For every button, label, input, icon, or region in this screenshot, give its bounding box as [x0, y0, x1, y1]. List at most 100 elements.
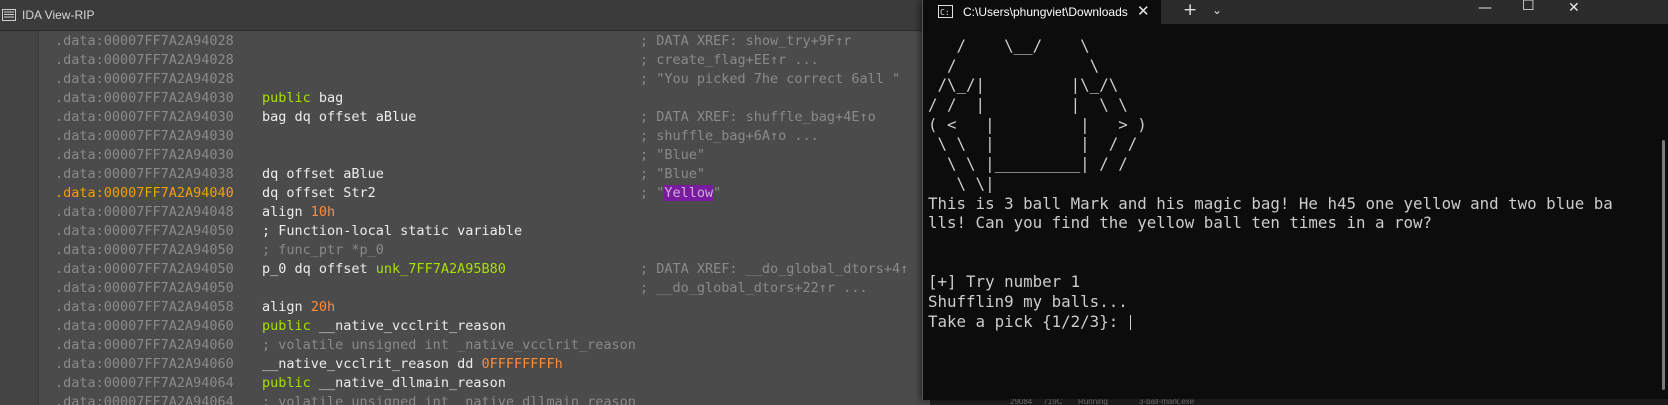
command-prompt-icon: C: — [938, 5, 953, 18]
line-address: .data:00007FF7A2A94064 — [55, 375, 234, 391]
terminal-line: \ \ | | / / — [928, 134, 1613, 154]
line-instruction: align 20h — [262, 298, 335, 317]
terminal-line: / \ — [928, 56, 1613, 76]
terminal-line: \ \| — [928, 174, 1613, 194]
instruction-token: __native_vcclrit_reason dd — [262, 356, 482, 372]
xref-comment: ; "You picked 7he correct 6all " — [640, 70, 900, 89]
terminal-line-text: \ \ | | / / — [928, 134, 1138, 154]
line-address: .data:00007FF7A2A94030 — [55, 128, 234, 144]
xref-comment: ; "Yellow" — [640, 184, 721, 203]
line-comment: ; volatile unsigned int _native_dllmain_… — [262, 394, 636, 405]
close-tab-icon[interactable]: ✕ — [1137, 2, 1150, 20]
terminal-line: Take a pick {1/2/3}: — [928, 312, 1613, 332]
line-address: .data:00007FF7A2A94060 — [55, 356, 234, 372]
instruction-token: 10h — [310, 204, 336, 220]
line-instruction: public __native_vcclrit_reason — [262, 317, 506, 336]
instruction-token: p_0 dq offset — [262, 261, 376, 277]
minimize-button[interactable]: — — [1478, 0, 1492, 16]
terminal-line-text: \ \| — [928, 173, 995, 193]
ida-view-window: IDA View-RIP .data:00007FF7A2A94028 ; DAT… — [0, 0, 930, 405]
line-address: .data:00007FF7A2A94040 — [55, 185, 234, 201]
instruction-token: align — [262, 299, 311, 315]
line-address: .data:00007FF7A2A94030 — [55, 109, 234, 125]
terminal-line-text: / \__/ \ — [928, 36, 1090, 55]
comment-text: ; "Blue" — [640, 147, 706, 163]
comment-text: ; "You picked 7he correct 6all " — [640, 71, 901, 87]
xref-comment: ; create_flag+EE↑r ... — [640, 51, 819, 70]
line-address: .data:00007FF7A2A94050 — [55, 242, 234, 258]
xref-comment: ; "Blue" — [640, 146, 705, 165]
terminal-line-text: \ \ |_________| / / — [928, 154, 1128, 174]
line-address: .data:00007FF7A2A94058 — [55, 299, 234, 315]
terminal-tab-title: C:\Users\phungviet\Downloads — [963, 5, 1128, 19]
instruction-token: __native_vcclrit_reason — [318, 318, 506, 334]
terminal-output[interactable]: / \__/ \ / \ /\_/| |\_/\ / / | | \ \( < |… — [928, 36, 1613, 331]
line-address: .data:00007FF7A2A94030 — [55, 90, 234, 106]
new-tab-button[interactable]: + — [1183, 0, 1197, 20]
disassembly-view-icon — [2, 9, 16, 21]
line-address: .data:00007FF7A2A94060 — [55, 337, 234, 353]
line-instruction: p_0 dq offset unk_7FF7A2A95B80 — [262, 260, 506, 279]
terminal-line: / \__/ \ — [928, 36, 1613, 56]
highlighted-string[interactable]: Yellow — [664, 185, 714, 201]
ida-view-title: IDA View-RIP — [22, 8, 95, 22]
comment-text: ; __do_global_dtors+22↑r ... — [640, 280, 868, 296]
line-instruction: bag dq offset aBlue — [262, 108, 416, 127]
xref-comment: ; DATA XREF: shuffle_bag+4E↑o — [640, 108, 876, 127]
comment-text: ; DATA XREF: __do_global_dtors+4↑ — [640, 261, 909, 277]
instruction-token: dq offset aBlue — [262, 166, 384, 182]
terminal-line-text: / / | | \ \ — [928, 95, 1128, 115]
comment-text: ; " — [640, 185, 665, 201]
terminal-line-text: [+] Try number 1 — [928, 272, 1081, 292]
instruction-token: __native_dllmain_reason — [318, 375, 506, 391]
instruction-token: 20h — [310, 299, 336, 315]
close-window-button[interactable]: ✕ — [1568, 0, 1580, 16]
terminal-line-text: ( < | | > ) — [928, 114, 1147, 134]
tab-dropdown-button[interactable]: ⌄ — [1212, 3, 1222, 17]
terminal-line: Shufflin9 my balls... — [928, 292, 1613, 312]
comment-text: ; "Blue" — [640, 166, 706, 182]
line-comment: ; func_ptr *p_0 — [262, 242, 384, 258]
terminal-line-text: lls! Can you find the yellow ball ten ti… — [928, 213, 1433, 233]
line-instruction: ; Function-local static variable — [262, 222, 522, 241]
text-cursor — [1129, 314, 1131, 330]
instruction-token: public — [262, 375, 319, 391]
comment-text: " — [713, 185, 722, 201]
instruction-token: bag — [318, 90, 344, 106]
terminal-line-text: This is 3 ball Mark and his magic bag! H… — [928, 193, 1613, 213]
line-address: .data:00007FF7A2A94030 — [55, 147, 234, 163]
line-address: .data:00007FF7A2A94028 — [55, 52, 234, 68]
terminal-line-text: Shufflin9 my balls... — [928, 291, 1128, 311]
comment-text: ; create_flag+EE↑r ... — [640, 52, 819, 68]
comment-text: ; DATA XREF: show_try+9F↑r — [640, 33, 852, 49]
xref-comment: ; "Blue" — [640, 165, 705, 184]
instruction-token: public — [262, 318, 319, 334]
terminal-line-text: /\_/| |\_/\ — [928, 75, 1119, 95]
instruction-token: dq offset Str2 — [262, 185, 376, 201]
terminal-line: [+] Try number 1 — [928, 272, 1613, 292]
terminal-line: / / | | \ \ — [928, 95, 1613, 115]
terminal-line-text: Take a pick {1/2/3}: — [928, 311, 1128, 331]
line-address: .data:00007FF7A2A94048 — [55, 204, 234, 220]
line-address: .data:00007FF7A2A94050 — [55, 280, 234, 296]
line-address: .data:00007FF7A2A94038 — [55, 166, 234, 182]
line-instruction: dq offset aBlue — [262, 165, 384, 184]
terminal-line-text: / \ — [928, 55, 1100, 75]
comment-text: ; shuffle_bag+6A↑o ... — [640, 128, 819, 144]
terminal-scrollbar[interactable] — [1662, 140, 1665, 390]
maximize-button[interactable]: ☐ — [1522, 0, 1535, 14]
background-process-row: 29084 719C Running 3-ball-mark.exe — [1010, 399, 1668, 405]
ida-view-titlebar[interactable]: IDA View-RIP — [0, 0, 930, 31]
line-address: .data:00007FF7A2A94064 — [55, 394, 234, 405]
line-instruction: public bag — [262, 89, 343, 108]
terminal-line: ( < | | > ) — [928, 115, 1613, 135]
terminal-window: C: C:\Users\phungviet\Downloads ✕ + ⌄ — … — [922, 0, 1668, 400]
terminal-tab-bar[interactable]: C: C:\Users\phungviet\Downloads ✕ + ⌄ — … — [923, 0, 1668, 24]
terminal-tab[interactable]: C: C:\Users\phungviet\Downloads ✕ — [923, 0, 1161, 24]
ida-arrow-gutter — [0, 31, 39, 405]
xref-comment: ; shuffle_bag+6A↑o ... — [640, 127, 819, 146]
instruction-token: 0FFFFFFFFh — [481, 356, 563, 372]
line-comment: ; volatile unsigned int _native_vcclrit_… — [262, 337, 636, 353]
